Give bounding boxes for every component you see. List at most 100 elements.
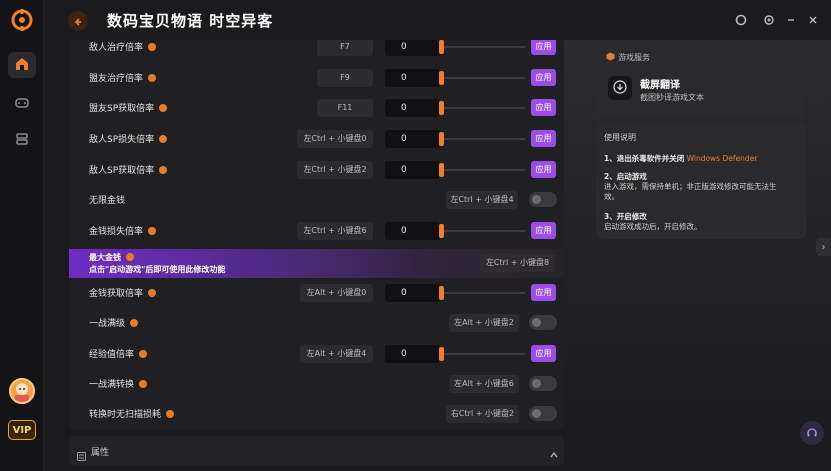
apply-button[interactable]: 应用: [531, 99, 556, 116]
cheat-label: 一战满级: [89, 319, 126, 329]
screenshot-translate-button[interactable]: [608, 76, 632, 100]
value-input[interactable]: 0: [385, 69, 440, 87]
hotkey-badge[interactable]: F11: [317, 99, 373, 117]
cheat-label: 一战满转换: [89, 380, 135, 390]
apply-button[interactable]: 应用: [531, 284, 556, 301]
slider-handle[interactable]: [439, 71, 444, 85]
home-icon: [15, 56, 29, 75]
home-nav-button[interactable]: [8, 52, 36, 78]
info-icon[interactable]: [159, 166, 168, 174]
hotkey-badge[interactable]: 左Alt + 小键盘6: [449, 375, 519, 393]
value-slider[interactable]: [441, 353, 525, 355]
info-icon[interactable]: [166, 410, 175, 418]
slider-handle[interactable]: [439, 347, 444, 361]
back-button[interactable]: [68, 11, 88, 31]
cube-icon: [606, 52, 615, 61]
chevron-up-icon[interactable]: [549, 445, 559, 464]
cheats-panel: 敌人治疗倍率 F7 0 应用 盟友治疗倍率 F9 0 应用 盟友SP获取倍率 F…: [69, 40, 564, 430]
hotkey-badge[interactable]: F7: [317, 40, 373, 56]
value-input[interactable]: 0: [385, 130, 440, 148]
slider-handle[interactable]: [439, 101, 444, 115]
minimize-icon[interactable]: [784, 13, 798, 27]
apply-button[interactable]: 应用: [531, 69, 556, 86]
settings-icon[interactable]: [762, 13, 776, 27]
hotkey-badge[interactable]: 左Ctrl + 小键盘4: [446, 191, 518, 209]
info-icon[interactable]: [148, 74, 157, 82]
defender-link[interactable]: Windows Defender: [687, 154, 758, 163]
value-input[interactable]: 0: [385, 222, 440, 240]
cheat-label: 转换时无扫描损耗: [89, 410, 162, 420]
properties-label: 属性: [91, 448, 110, 458]
cheat-toggle[interactable]: [529, 192, 557, 207]
value-input[interactable]: 0: [385, 161, 440, 179]
value-slider[interactable]: [441, 77, 525, 79]
value-slider[interactable]: [441, 138, 525, 140]
vip-badge[interactable]: VIP: [8, 420, 36, 440]
apply-button[interactable]: 应用: [531, 40, 556, 55]
info-icon[interactable]: [139, 350, 148, 358]
step1-title: 1、退出杀毒软件并关闭: [604, 154, 685, 163]
info-icon[interactable]: [130, 319, 139, 327]
apply-button[interactable]: 应用: [531, 222, 556, 239]
info-icon[interactable]: [159, 135, 168, 143]
apply-button[interactable]: 应用: [531, 161, 556, 178]
info-icon[interactable]: [139, 380, 148, 388]
app-logo-icon[interactable]: [10, 8, 34, 32]
hotkey-badge[interactable]: 左Ctrl + 小键盘8: [480, 254, 555, 272]
record-icon[interactable]: [734, 13, 748, 27]
info-icon[interactable]: [148, 43, 157, 51]
cheat-toggle[interactable]: [529, 315, 557, 330]
value-slider[interactable]: [441, 107, 525, 109]
properties-icon: [77, 446, 86, 465]
hotkey-badge[interactable]: 左Alt + 小键盘0: [300, 284, 373, 302]
cheat-row: 转换时无扫描损耗 右Ctrl + 小键盘2: [69, 399, 564, 429]
value-input[interactable]: 0: [385, 40, 440, 56]
hotkey-badge[interactable]: 左Ctrl + 小键盘6: [297, 222, 373, 240]
games-nav-button[interactable]: [8, 90, 36, 116]
cheat-row: 金钱获取倍率 左Alt + 小键盘0 0 应用: [69, 278, 564, 308]
info-icon[interactable]: [126, 253, 134, 261]
info-icon[interactable]: [148, 227, 157, 235]
close-icon[interactable]: [806, 13, 820, 27]
support-button[interactable]: [800, 421, 824, 445]
expand-panel-button[interactable]: ›: [816, 238, 831, 256]
headset-icon: [806, 424, 818, 443]
value-slider[interactable]: [441, 169, 525, 171]
hotkey-badge[interactable]: 左Ctrl + 小键盘2: [297, 161, 373, 179]
cheat-label: 无限金钱: [89, 196, 126, 206]
slider-handle[interactable]: [439, 224, 444, 238]
info-icon[interactable]: [148, 289, 157, 297]
cheat-toggle[interactable]: [529, 376, 557, 391]
hotkey-badge[interactable]: 左Alt + 小键盘4: [300, 345, 373, 363]
avatar[interactable]: [9, 378, 35, 404]
value-input[interactable]: 0: [385, 99, 440, 117]
gamepad-icon: [15, 94, 29, 113]
hotkey-badge[interactable]: 左Ctrl + 小键盘0: [297, 130, 373, 148]
value-input[interactable]: 0: [385, 345, 440, 363]
hotkey-badge[interactable]: 右Ctrl + 小键盘2: [446, 405, 519, 423]
slider-handle[interactable]: [439, 132, 444, 146]
apply-button[interactable]: 应用: [531, 345, 556, 362]
cheat-label: 经验值倍率: [89, 350, 135, 360]
service-name[interactable]: 截屏翻译: [640, 76, 680, 91]
hotkey-badge[interactable]: 左Alt + 小键盘2: [449, 314, 519, 332]
slider-handle[interactable]: [439, 163, 444, 177]
service-description: 截图秒译游戏文本: [640, 93, 704, 102]
cheat-label: 敌人SP获取倍率: [89, 166, 155, 176]
value-slider[interactable]: [441, 292, 525, 294]
step2-line2: 效。: [604, 192, 619, 201]
info-icon[interactable]: [159, 104, 168, 112]
value-slider[interactable]: [441, 230, 525, 232]
title-bar: 数码宝贝物语 时空异客: [44, 0, 831, 40]
cheat-toggle[interactable]: [529, 406, 557, 421]
cheat-row: 敌人治疗倍率 F7 0 应用: [69, 40, 564, 62]
storage-nav-button[interactable]: [8, 127, 36, 153]
slider-handle[interactable]: [439, 40, 444, 54]
hotkey-badge[interactable]: F9: [317, 69, 373, 87]
properties-section-header[interactable]: 属性: [69, 436, 564, 466]
apply-button[interactable]: 应用: [531, 130, 556, 147]
value-slider[interactable]: [441, 46, 525, 48]
slider-handle[interactable]: [439, 286, 444, 300]
value-input[interactable]: 0: [385, 284, 440, 302]
locked-cheat-banner[interactable]: 最大金钱 点击"启动游戏"后即可使用此修改功能 左Ctrl + 小键盘8: [69, 249, 564, 278]
